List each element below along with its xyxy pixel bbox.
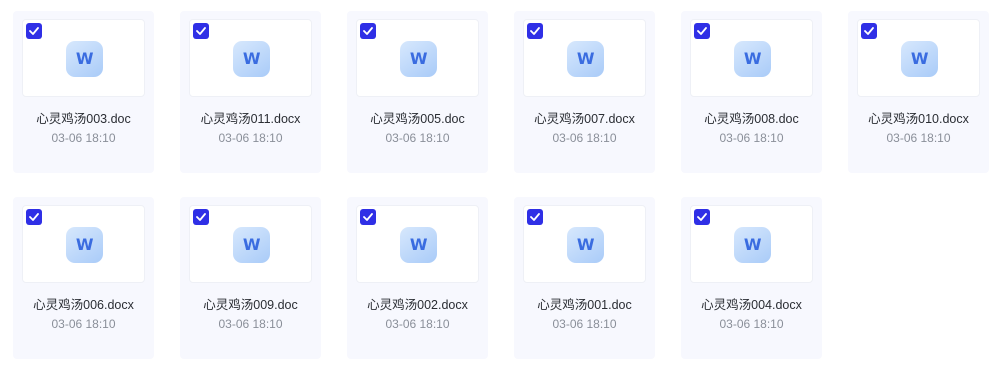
checkbox-checked-icon[interactable] xyxy=(193,209,209,225)
file-date: 03-06 18:10 xyxy=(552,317,617,331)
file-date: 03-06 18:10 xyxy=(385,317,450,331)
file-card[interactable]: W 心灵鸡汤009.doc 03-06 18:10 xyxy=(180,197,321,359)
checkbox-checked-icon[interactable] xyxy=(360,23,376,39)
file-name: 心灵鸡汤004.docx xyxy=(701,298,802,312)
file-card[interactable]: W 心灵鸡汤004.docx 03-06 18:10 xyxy=(681,197,822,359)
checkbox-checked-icon[interactable] xyxy=(861,23,877,39)
file-card[interactable]: W 心灵鸡汤007.docx 03-06 18:10 xyxy=(514,11,655,173)
file-name: 心灵鸡汤007.docx xyxy=(534,112,635,126)
file-date: 03-06 18:10 xyxy=(385,131,450,145)
file-card[interactable]: W 心灵鸡汤001.doc 03-06 18:10 xyxy=(514,197,655,359)
file-card[interactable]: W 心灵鸡汤006.docx 03-06 18:10 xyxy=(13,197,154,359)
file-grid: W 心灵鸡汤003.doc 03-06 18:10 W 心灵鸡汤011.docx… xyxy=(13,11,993,359)
file-card[interactable]: W 心灵鸡汤002.docx 03-06 18:10 xyxy=(347,197,488,359)
file-name: 心灵鸡汤001.doc xyxy=(537,298,632,312)
file-date: 03-06 18:10 xyxy=(552,131,617,145)
word-doc-icon: W xyxy=(567,41,604,77)
checkbox-checked-icon[interactable] xyxy=(360,209,376,225)
word-doc-icon: W xyxy=(233,227,270,263)
file-date: 03-06 18:10 xyxy=(51,317,116,331)
file-card[interactable]: W 心灵鸡汤010.docx 03-06 18:10 xyxy=(848,11,989,173)
word-doc-icon: W xyxy=(734,227,771,263)
checkbox-checked-icon[interactable] xyxy=(26,209,42,225)
file-card[interactable]: W 心灵鸡汤003.doc 03-06 18:10 xyxy=(13,11,154,173)
file-name: 心灵鸡汤010.docx xyxy=(868,112,969,126)
checkbox-checked-icon[interactable] xyxy=(193,23,209,39)
file-date: 03-06 18:10 xyxy=(886,131,951,145)
checkbox-checked-icon[interactable] xyxy=(26,23,42,39)
word-doc-icon: W xyxy=(400,227,437,263)
checkbox-checked-icon[interactable] xyxy=(527,209,543,225)
word-doc-icon: W xyxy=(901,41,938,77)
file-name: 心灵鸡汤003.doc xyxy=(36,112,131,126)
word-doc-icon: W xyxy=(400,41,437,77)
file-date: 03-06 18:10 xyxy=(218,317,283,331)
word-doc-icon: W xyxy=(66,227,103,263)
file-card[interactable]: W 心灵鸡汤008.doc 03-06 18:10 xyxy=(681,11,822,173)
word-doc-icon: W xyxy=(66,41,103,77)
file-date: 03-06 18:10 xyxy=(719,317,784,331)
checkbox-checked-icon[interactable] xyxy=(694,23,710,39)
checkbox-checked-icon[interactable] xyxy=(694,209,710,225)
file-card[interactable]: W 心灵鸡汤005.doc 03-06 18:10 xyxy=(347,11,488,173)
file-name: 心灵鸡汤011.docx xyxy=(200,112,301,126)
file-name: 心灵鸡汤009.doc xyxy=(203,298,298,312)
file-name: 心灵鸡汤006.docx xyxy=(33,298,134,312)
file-name: 心灵鸡汤002.docx xyxy=(367,298,468,312)
file-date: 03-06 18:10 xyxy=(719,131,784,145)
file-name: 心灵鸡汤008.doc xyxy=(704,112,799,126)
word-doc-icon: W xyxy=(233,41,270,77)
word-doc-icon: W xyxy=(734,41,771,77)
file-date: 03-06 18:10 xyxy=(218,131,283,145)
word-doc-icon: W xyxy=(567,227,604,263)
file-card[interactable]: W 心灵鸡汤011.docx 03-06 18:10 xyxy=(180,11,321,173)
checkbox-checked-icon[interactable] xyxy=(527,23,543,39)
file-name: 心灵鸡汤005.doc xyxy=(370,112,465,126)
file-date: 03-06 18:10 xyxy=(51,131,116,145)
